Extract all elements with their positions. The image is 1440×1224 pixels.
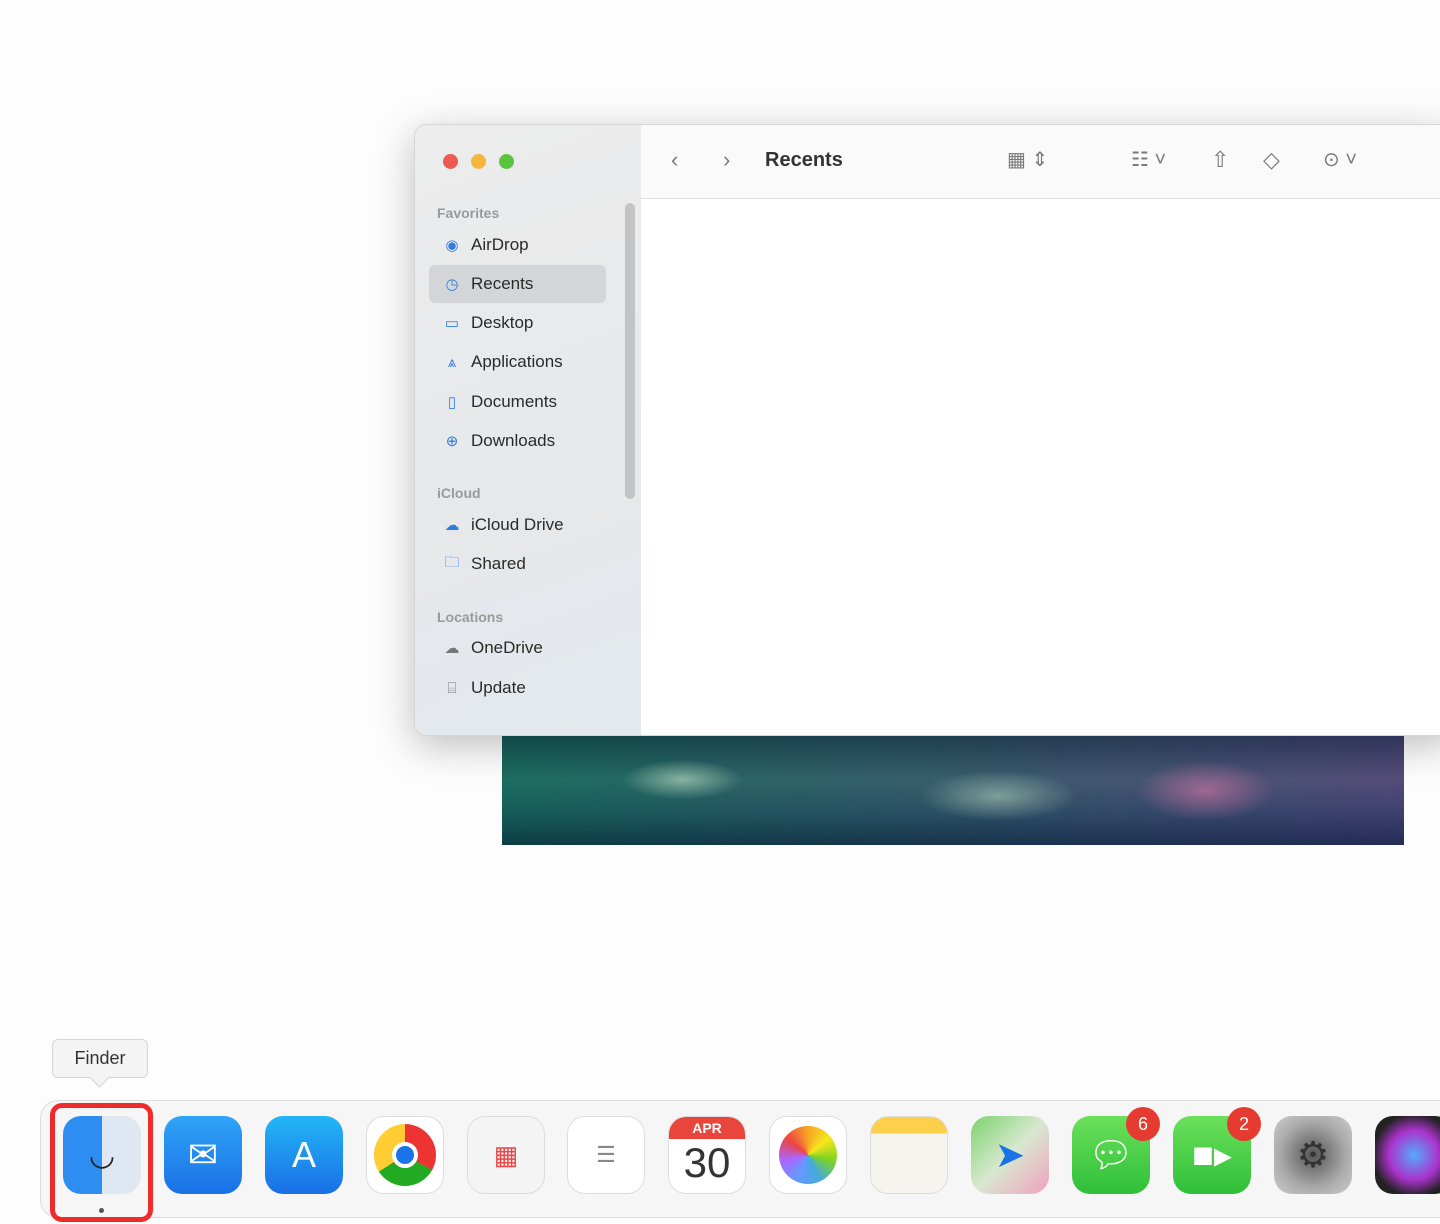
back-icon[interactable]: ‹ <box>671 147 678 173</box>
sidebar-item-label: Desktop <box>471 313 534 332</box>
sidebar-item-documents[interactable]: ▯ Documents <box>429 383 606 421</box>
applications-icon: ⩓ <box>447 353 457 371</box>
messages-badge: 6 <box>1126 1107 1160 1141</box>
sidebar-item-label: OneDrive <box>471 638 543 657</box>
download-icon: ⊕ <box>445 433 459 450</box>
close-button[interactable] <box>443 154 458 169</box>
sidebar-item-label: Documents <box>471 392 557 411</box>
sidebar-item-label: Shared <box>471 554 526 573</box>
more-options-icon[interactable]: ⊙ ˅ <box>1323 147 1357 172</box>
sidebar-item-downloads[interactable]: ⊕ Downloads <box>429 422 606 460</box>
sidebar-item-icloud-drive[interactable]: ☁ iCloud Drive <box>429 506 606 544</box>
desktop-icon: ▭ <box>444 315 460 332</box>
cloud-icon: ☁ <box>444 640 460 657</box>
share-icon[interactable]: ⇧ <box>1211 147 1229 173</box>
toolbar: ‹ › Recents ▦ ⇕ ☷ ˅ ⇧ ◇ ⊙ ˅ <box>641 125 1440 199</box>
dock-app-launchpad[interactable]: ▦ <box>467 1116 545 1194</box>
facetime-badge: 2 <box>1227 1107 1261 1141</box>
tag-icon[interactable]: ◇ <box>1263 147 1280 173</box>
dock-app-maps[interactable]: ➤ <box>971 1116 1049 1194</box>
finder-window: Favorites ◉ AirDrop ◷ Recents ▭ Desktop ⩓ Ap… <box>414 124 1440 736</box>
sidebar: Favorites ◉ AirDrop ◷ Recents ▭ Desktop ⩓ Ap… <box>415 125 641 735</box>
dock-app-mail[interactable]: ✉ <box>164 1116 242 1194</box>
calendar-month: APR <box>669 1117 745 1139</box>
dock-app-notes[interactable] <box>870 1116 948 1194</box>
locations-header: Locations <box>437 609 504 625</box>
document-icon: ▯ <box>447 394 457 411</box>
zoom-button[interactable] <box>499 154 514 169</box>
dock-tooltip: Finder <box>52 1039 148 1078</box>
sidebar-item-onedrive[interactable]: ☁ OneDrive <box>429 629 606 667</box>
sidebar-item-shared[interactable]: 🗀 Shared <box>429 545 606 583</box>
calendar-day: 30 <box>683 1139 731 1186</box>
finder-highlight-box <box>50 1103 153 1222</box>
favorites-header: Favorites <box>437 205 500 221</box>
icloud-header: iCloud <box>437 485 481 501</box>
dock-app-chrome[interactable] <box>366 1116 444 1194</box>
dock-app-calendar[interactable]: APR 30 <box>668 1116 746 1194</box>
sidebar-item-applications[interactable]: ⩓ Applications <box>429 343 606 381</box>
dock-app-siri[interactable] <box>1375 1116 1440 1194</box>
sidebar-item-label: Recents <box>471 274 534 293</box>
desktop-wallpaper <box>502 736 1404 845</box>
sidebar-item-label: Downloads <box>471 431 556 450</box>
cloud-icon: ☁ <box>444 517 460 534</box>
sidebar-scrollbar[interactable] <box>625 203 635 499</box>
shared-folder-icon: 🗀 <box>444 553 460 571</box>
sidebar-item-desktop[interactable]: ▭ Desktop <box>429 304 606 342</box>
window-title: Recents <box>765 149 843 171</box>
sidebar-item-label: Applications <box>471 352 563 371</box>
sidebar-item-airdrop[interactable]: ◉ AirDrop <box>429 226 606 264</box>
view-mode-icon[interactable]: ▦ ⇕ <box>1007 147 1048 172</box>
dock-app-system-settings[interactable]: ⚙ <box>1274 1116 1352 1194</box>
sidebar-item-label: AirDrop <box>471 235 529 254</box>
sidebar-item-recents[interactable]: ◷ Recents <box>429 265 606 303</box>
group-icon[interactable]: ☷ ˅ <box>1131 147 1166 172</box>
dock-app-reminders[interactable]: ☰ <box>567 1116 645 1194</box>
forward-icon[interactable]: › <box>723 147 730 173</box>
sidebar-item-update[interactable]: ⌸ Update <box>429 669 606 707</box>
drive-icon: ⌸ <box>447 679 457 697</box>
clock-icon: ◷ <box>445 276 459 293</box>
dock-app-photos[interactable] <box>769 1116 847 1194</box>
dock-app-app-store[interactable]: A <box>265 1116 343 1194</box>
airdrop-icon: ◉ <box>445 237 459 254</box>
sidebar-item-label: iCloud Drive <box>471 515 564 534</box>
minimize-button[interactable] <box>471 154 486 169</box>
sidebar-item-label: Update <box>471 678 526 697</box>
